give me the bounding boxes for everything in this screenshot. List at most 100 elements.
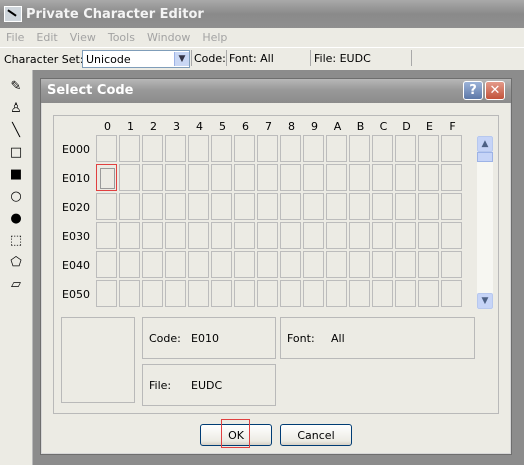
code-cell[interactable] bbox=[165, 280, 186, 307]
eraser-icon[interactable]: ▱ bbox=[8, 276, 24, 292]
code-cell[interactable] bbox=[280, 280, 301, 307]
code-cell[interactable] bbox=[372, 193, 393, 220]
code-cell[interactable] bbox=[165, 251, 186, 278]
code-cell[interactable] bbox=[418, 222, 439, 249]
menu-view[interactable]: View bbox=[64, 31, 102, 44]
menu-help[interactable]: Help bbox=[196, 31, 233, 44]
line-icon[interactable]: ╲ bbox=[8, 122, 24, 138]
code-cell[interactable] bbox=[395, 251, 416, 278]
code-cell[interactable] bbox=[441, 135, 462, 162]
code-cell[interactable] bbox=[188, 164, 209, 191]
code-cell[interactable] bbox=[395, 193, 416, 220]
brush-icon[interactable]: ♙ bbox=[8, 100, 24, 116]
code-cell[interactable] bbox=[257, 222, 278, 249]
code-cell[interactable] bbox=[234, 280, 255, 307]
code-cell[interactable] bbox=[303, 280, 324, 307]
ok-button[interactable]: OK bbox=[200, 424, 272, 446]
code-cell[interactable] bbox=[372, 251, 393, 278]
code-cell[interactable] bbox=[418, 193, 439, 220]
code-cell[interactable] bbox=[349, 222, 370, 249]
menu-tools[interactable]: Tools bbox=[102, 31, 141, 44]
code-cell[interactable] bbox=[188, 280, 209, 307]
code-cell[interactable] bbox=[418, 164, 439, 191]
code-cell[interactable] bbox=[257, 193, 278, 220]
code-cell[interactable] bbox=[303, 164, 324, 191]
code-cell[interactable] bbox=[349, 280, 370, 307]
scroll-down-icon[interactable]: ▼ bbox=[477, 293, 493, 309]
code-cell[interactable] bbox=[119, 251, 140, 278]
code-cell[interactable] bbox=[142, 193, 163, 220]
code-cell[interactable] bbox=[441, 164, 462, 191]
filled-ellipse-icon[interactable]: ● bbox=[8, 210, 24, 226]
code-cell[interactable] bbox=[349, 251, 370, 278]
freeform-selection-icon[interactable]: ⬠ bbox=[8, 254, 24, 270]
code-cell[interactable] bbox=[372, 280, 393, 307]
code-cell[interactable] bbox=[280, 135, 301, 162]
code-cell[interactable] bbox=[349, 135, 370, 162]
code-cell[interactable] bbox=[441, 222, 462, 249]
menu-window[interactable]: Window bbox=[141, 31, 196, 44]
code-cell[interactable] bbox=[441, 251, 462, 278]
code-cell[interactable] bbox=[142, 135, 163, 162]
rectangular-selection-icon[interactable]: ⬚ bbox=[8, 232, 24, 248]
code-cell[interactable] bbox=[280, 251, 301, 278]
code-cell[interactable] bbox=[142, 280, 163, 307]
code-cell[interactable] bbox=[326, 251, 347, 278]
close-icon[interactable]: ✕ bbox=[485, 81, 505, 100]
code-cell[interactable] bbox=[142, 251, 163, 278]
code-cell[interactable] bbox=[257, 135, 278, 162]
code-cell[interactable] bbox=[96, 135, 117, 162]
code-cell[interactable] bbox=[165, 193, 186, 220]
code-cell[interactable] bbox=[188, 251, 209, 278]
menu-file[interactable]: File bbox=[0, 31, 30, 44]
code-cell[interactable] bbox=[188, 222, 209, 249]
code-cell[interactable] bbox=[165, 135, 186, 162]
code-cell[interactable] bbox=[119, 222, 140, 249]
code-cell[interactable] bbox=[96, 222, 117, 249]
code-cell[interactable] bbox=[142, 164, 163, 191]
cancel-button[interactable]: Cancel bbox=[280, 424, 352, 446]
code-cell[interactable] bbox=[326, 222, 347, 249]
code-cell[interactable] bbox=[142, 222, 163, 249]
code-cell[interactable] bbox=[303, 222, 324, 249]
code-cell[interactable] bbox=[165, 164, 186, 191]
code-cell[interactable] bbox=[280, 164, 301, 191]
code-cell[interactable] bbox=[349, 164, 370, 191]
code-cell[interactable] bbox=[211, 164, 232, 191]
code-cell[interactable] bbox=[280, 193, 301, 220]
code-cell[interactable] bbox=[96, 280, 117, 307]
code-cell[interactable] bbox=[349, 193, 370, 220]
code-cell[interactable] bbox=[326, 164, 347, 191]
code-cell[interactable] bbox=[211, 135, 232, 162]
code-cell[interactable] bbox=[326, 280, 347, 307]
grid-scrollbar[interactable]: ▲ ▼ bbox=[477, 136, 493, 309]
code-cell[interactable] bbox=[395, 280, 416, 307]
code-cell[interactable] bbox=[395, 135, 416, 162]
code-cell[interactable] bbox=[188, 193, 209, 220]
code-cell[interactable] bbox=[234, 164, 255, 191]
code-cell[interactable] bbox=[119, 135, 140, 162]
code-cell[interactable] bbox=[96, 193, 117, 220]
code-cell[interactable] bbox=[188, 135, 209, 162]
code-cell[interactable] bbox=[303, 251, 324, 278]
code-cell[interactable] bbox=[257, 251, 278, 278]
scroll-up-icon[interactable]: ▲ bbox=[477, 136, 493, 152]
code-cell[interactable] bbox=[211, 251, 232, 278]
code-cell[interactable] bbox=[418, 280, 439, 307]
menu-edit[interactable]: Edit bbox=[30, 31, 63, 44]
code-cell[interactable] bbox=[165, 222, 186, 249]
code-cell[interactable] bbox=[211, 222, 232, 249]
code-cell[interactable] bbox=[119, 280, 140, 307]
code-cell[interactable] bbox=[234, 135, 255, 162]
code-cell[interactable] bbox=[326, 193, 347, 220]
code-cell[interactable] bbox=[257, 164, 278, 191]
code-cell[interactable] bbox=[372, 222, 393, 249]
code-cell[interactable] bbox=[257, 280, 278, 307]
code-cell[interactable] bbox=[372, 164, 393, 191]
pencil-icon[interactable]: ✎ bbox=[8, 78, 24, 94]
scrollbar-thumb[interactable] bbox=[477, 152, 493, 162]
character-set-select[interactable]: Unicode ▼ bbox=[82, 50, 190, 68]
code-cell[interactable] bbox=[441, 193, 462, 220]
filled-rectangle-icon[interactable]: ■ bbox=[8, 166, 24, 182]
hollow-rectangle-icon[interactable]: □ bbox=[8, 144, 24, 160]
